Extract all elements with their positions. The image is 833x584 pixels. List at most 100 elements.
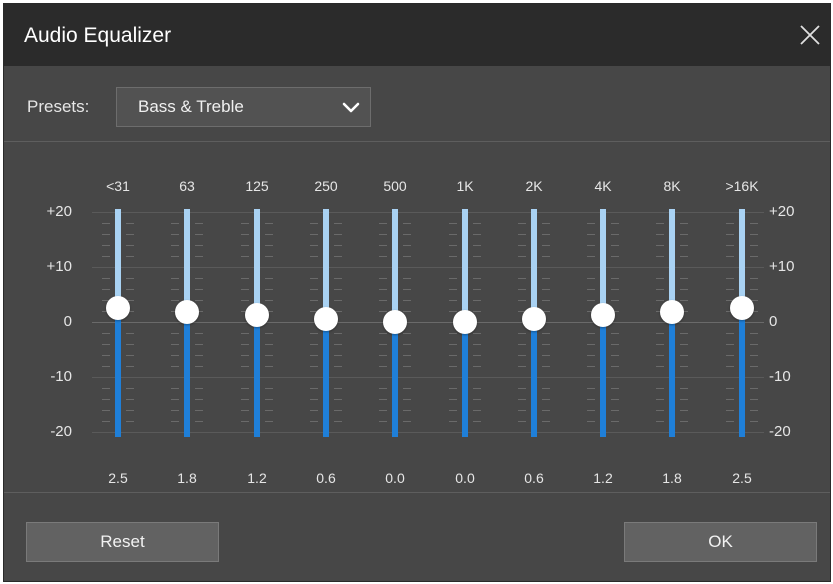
band-slider-knob[interactable] — [591, 303, 615, 327]
band-slider-knob[interactable] — [314, 307, 338, 331]
scale-tick — [171, 388, 179, 389]
scale-tick — [680, 278, 688, 279]
scale-tick — [126, 234, 134, 235]
scale-tick — [171, 278, 179, 279]
band-slider-knob[interactable] — [730, 296, 754, 320]
scale-tick — [750, 388, 758, 389]
scale-tick — [102, 245, 110, 246]
scale-tick — [334, 234, 342, 235]
gridline — [92, 212, 764, 213]
scale-tick — [379, 223, 387, 224]
slider-track-upper[interactable] — [115, 209, 121, 308]
slider-track-upper[interactable] — [669, 209, 675, 312]
scale-tick — [680, 421, 688, 422]
slider-track-lower[interactable] — [392, 322, 398, 437]
audio-equalizer-dialog: Audio Equalizer Presets: Bass & Treble +… — [3, 3, 831, 582]
scale-tick — [726, 355, 734, 356]
slider-track-upper[interactable] — [254, 209, 260, 315]
gridline — [92, 267, 764, 268]
slider-track-upper[interactable] — [184, 209, 190, 312]
scale-tick — [310, 234, 318, 235]
scale-tick — [310, 399, 318, 400]
scale-tick — [726, 366, 734, 367]
band-slider-knob[interactable] — [245, 303, 269, 327]
scale-tick — [379, 421, 387, 422]
equalizer-panel: +20 +20 +10 +10 0 0 -10 -10 -20 -20 <31 2.5 63 1.8 125… — [4, 4, 830, 581]
scale-tick — [265, 399, 273, 400]
scale-tick — [379, 410, 387, 411]
scale-tick — [403, 234, 411, 235]
band-slider-knob[interactable] — [383, 310, 407, 334]
scale-tick — [611, 289, 619, 290]
scale-tick — [680, 355, 688, 356]
scale-tick — [449, 311, 457, 312]
slider-track-upper[interactable] — [392, 209, 398, 322]
scale-tick — [171, 344, 179, 345]
scale-tick — [680, 388, 688, 389]
scale-tick — [334, 300, 342, 301]
divider-bottom — [4, 492, 830, 493]
slider-track-lower[interactable] — [462, 322, 468, 437]
scale-tick — [310, 300, 318, 301]
band-frequency-label: 500 — [383, 178, 407, 194]
slider-track-lower[interactable] — [323, 319, 329, 437]
scale-tick — [334, 278, 342, 279]
scale-tick — [334, 421, 342, 422]
scale-tick — [656, 245, 664, 246]
slider-track-lower[interactable] — [669, 312, 675, 437]
scale-tick — [102, 344, 110, 345]
slider-track-upper[interactable] — [600, 209, 606, 315]
band-slider-knob[interactable] — [106, 296, 130, 320]
slider-track-lower[interactable] — [254, 315, 260, 437]
scale-tick — [542, 388, 550, 389]
scale-tick — [473, 410, 481, 411]
scale-tick — [241, 399, 249, 400]
reset-button[interactable]: Reset — [26, 522, 219, 562]
slider-track-lower[interactable] — [739, 308, 745, 437]
db-label-right: 0 — [769, 313, 778, 330]
band-frequency-label: 250 — [314, 178, 338, 194]
slider-track-lower[interactable] — [184, 312, 190, 437]
scale-tick — [473, 366, 481, 367]
scale-tick — [449, 399, 457, 400]
gridline — [92, 432, 764, 433]
slider-track-upper[interactable] — [531, 209, 537, 319]
scale-tick — [750, 344, 758, 345]
scale-tick — [379, 355, 387, 356]
scale-tick — [403, 366, 411, 367]
slider-track-lower[interactable] — [600, 315, 606, 437]
scale-tick — [587, 289, 595, 290]
slider-track-lower[interactable] — [115, 308, 121, 437]
band-slider-knob[interactable] — [522, 307, 546, 331]
scale-tick — [102, 278, 110, 279]
scale-tick — [680, 234, 688, 235]
scale-tick — [171, 289, 179, 290]
slider-track-upper[interactable] — [739, 209, 745, 308]
scale-tick — [750, 278, 758, 279]
scale-tick — [473, 223, 481, 224]
scale-tick — [542, 256, 550, 257]
slider-track-upper[interactable] — [323, 209, 329, 319]
slider-track-lower[interactable] — [531, 319, 537, 437]
scale-tick — [449, 410, 457, 411]
db-label-right: +20 — [769, 203, 795, 220]
scale-tick — [611, 366, 619, 367]
scale-tick — [171, 223, 179, 224]
band-frequency-label: >16K — [725, 178, 759, 194]
scale-tick — [518, 366, 526, 367]
band-slider-knob[interactable] — [660, 300, 684, 324]
db-label-left: +10 — [46, 258, 72, 275]
scale-tick — [126, 278, 134, 279]
scale-tick — [473, 333, 481, 334]
band-slider-knob[interactable] — [453, 310, 477, 334]
band-slider-knob[interactable] — [175, 300, 199, 324]
db-label-left: +20 — [46, 203, 72, 220]
scale-tick — [379, 333, 387, 334]
scale-tick — [518, 355, 526, 356]
slider-track-upper[interactable] — [462, 209, 468, 322]
ok-button[interactable]: OK — [624, 522, 817, 562]
scale-tick — [265, 223, 273, 224]
scale-tick — [473, 289, 481, 290]
scale-tick — [195, 245, 203, 246]
scale-tick — [195, 366, 203, 367]
